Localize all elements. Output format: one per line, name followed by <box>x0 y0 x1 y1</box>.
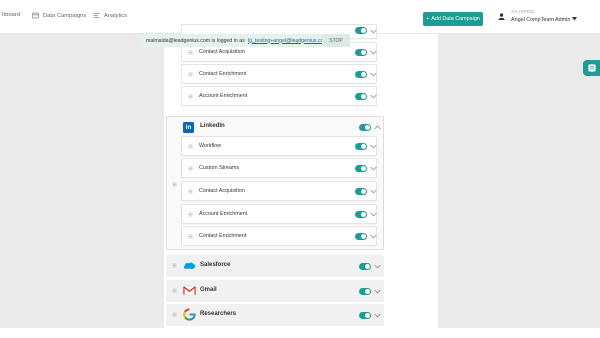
drag-handle-icon[interactable] <box>188 234 193 239</box>
integration-subitem[interactable]: Workflow <box>181 136 377 156</box>
nav-data-campaigns[interactable]: Data Campaigns <box>32 12 86 19</box>
analytics-icon <box>93 13 100 18</box>
subitem-toggle[interactable] <box>355 71 367 78</box>
drag-handle-icon[interactable] <box>172 182 177 187</box>
nav-dashboard[interactable]: hboard <box>2 12 20 18</box>
integration-subitem[interactable]: Custom Streams <box>181 158 377 178</box>
chevron-down-icon[interactable] <box>370 144 377 149</box>
drag-handle-icon[interactable] <box>172 263 177 268</box>
user-menu[interactable]: AA | EFDC Angel CompTeam Admin <box>498 10 577 23</box>
chevron-down-icon[interactable] <box>374 264 381 269</box>
chevron-down-icon[interactable] <box>370 94 377 99</box>
nav-data-campaigns-label: Data Campaigns <box>43 12 87 19</box>
linkedin-logo-icon: in <box>183 122 194 133</box>
stop-impersonation-button[interactable]: STOP <box>322 34 350 47</box>
subitem-toggle[interactable] <box>355 49 367 56</box>
user-icon <box>498 13 505 20</box>
subitem-toggle[interactable] <box>355 211 367 218</box>
drag-handle-icon[interactable] <box>188 144 193 149</box>
integration-group-gmail[interactable]: Gmail <box>166 280 384 302</box>
impersonation-banner: malmaida@leadgenius.com is logged in as … <box>140 34 350 47</box>
drag-handle-icon[interactable] <box>188 72 193 77</box>
salesforce-logo-icon <box>183 262 196 270</box>
subitem-toggle[interactable] <box>355 143 367 150</box>
impersonated-user-link[interactable]: lg_testing+angel@leadgenius.com <box>248 38 328 44</box>
chevron-up-icon[interactable] <box>374 125 381 130</box>
integration-name: Salesforce <box>200 262 231 268</box>
subitem-label: Account Enrichment <box>199 93 248 99</box>
drag-handle-icon[interactable] <box>188 189 193 194</box>
caret-down-icon <box>571 17 577 21</box>
subitem-label: Account Enrichment <box>199 211 248 217</box>
subitem-label: Workflow <box>199 143 222 149</box>
integration-toggle[interactable] <box>359 288 371 295</box>
nav-analytics[interactable]: Analytics <box>93 12 127 19</box>
drag-handle-icon[interactable] <box>188 212 193 217</box>
gmail-logo-icon <box>183 285 196 296</box>
chevron-down-icon[interactable] <box>370 72 377 77</box>
chevron-down-icon[interactable] <box>370 212 377 217</box>
nav-dashboard-label: hboard <box>2 12 21 18</box>
subitem-label: Contact Acquisition <box>199 49 245 55</box>
user-name-label: Angel CompTeam Admin <box>511 17 571 23</box>
chevron-down-icon[interactable] <box>374 313 381 318</box>
integration-group-researchers[interactable]: Researchers <box>166 304 384 326</box>
integration-subitem[interactable]: Contact Enrichment <box>181 64 377 84</box>
google-logo-icon <box>183 308 196 321</box>
subitem-toggle[interactable] <box>355 93 367 100</box>
chevron-down-icon[interactable] <box>374 289 381 294</box>
impersonation-text: is logged in as <box>210 37 247 44</box>
add-data-campaign-label: Add Data Campaign <box>431 16 480 22</box>
integration-name: Gmail <box>200 287 217 293</box>
linkedin-header[interactable]: in LinkedIn <box>167 117 383 137</box>
nav-analytics-label: Analytics <box>104 12 128 19</box>
subitem-label: Contact Acquisition <box>199 188 245 194</box>
integration-group-salesforce[interactable]: Salesforce <box>166 255 384 277</box>
integration-toggle[interactable] <box>359 124 371 131</box>
integration-subitem[interactable]: Contact Enrichment <box>181 226 377 246</box>
add-data-campaign-button[interactable]: + Add Data Campaign <box>423 12 483 26</box>
campaign-icon <box>32 12 39 19</box>
integration-toggle[interactable] <box>359 312 371 319</box>
chat-widget-button[interactable] <box>583 60 600 76</box>
chevron-down-icon[interactable] <box>370 166 377 171</box>
plus-icon: + <box>426 16 430 22</box>
drag-handle-icon[interactable] <box>188 166 193 171</box>
integration-name: Researchers <box>200 311 237 317</box>
chevron-down-icon[interactable] <box>370 50 377 55</box>
subitem-label: Custom Streams <box>199 165 240 171</box>
integration-toggle[interactable] <box>359 263 371 270</box>
subitem-toggle[interactable] <box>355 27 367 34</box>
drag-handle-icon[interactable] <box>188 50 193 55</box>
subitem-toggle[interactable] <box>355 165 367 172</box>
user-name: Angel CompTeam Admin <box>511 17 577 23</box>
drag-handle-icon[interactable] <box>188 94 193 99</box>
chevron-down-icon[interactable] <box>370 189 377 194</box>
impersonating-user: malmaida@leadgenius.com <box>146 37 211 44</box>
user-project: AA | EFDC <box>511 10 535 15</box>
subitem-label: Contact Enrichment <box>199 71 247 77</box>
chevron-down-icon[interactable] <box>370 234 377 239</box>
integration-subitem[interactable]: Contact Acquisition <box>181 181 377 201</box>
chat-icon <box>587 64 596 72</box>
drag-handle-icon[interactable] <box>172 288 177 293</box>
integration-subitem[interactable]: Account Enrichment <box>181 86 377 106</box>
subitem-toggle[interactable] <box>355 188 367 195</box>
bottom-bar <box>0 328 600 338</box>
subitem-label: Contact Enrichment <box>199 233 247 239</box>
subitem-toggle[interactable] <box>355 233 367 240</box>
integration-name: LinkedIn <box>200 123 225 129</box>
drag-handle-icon[interactable] <box>172 312 177 317</box>
integration-subitem[interactable]: Account Enrichment <box>181 204 377 224</box>
chevron-down-icon[interactable] <box>370 29 377 34</box>
